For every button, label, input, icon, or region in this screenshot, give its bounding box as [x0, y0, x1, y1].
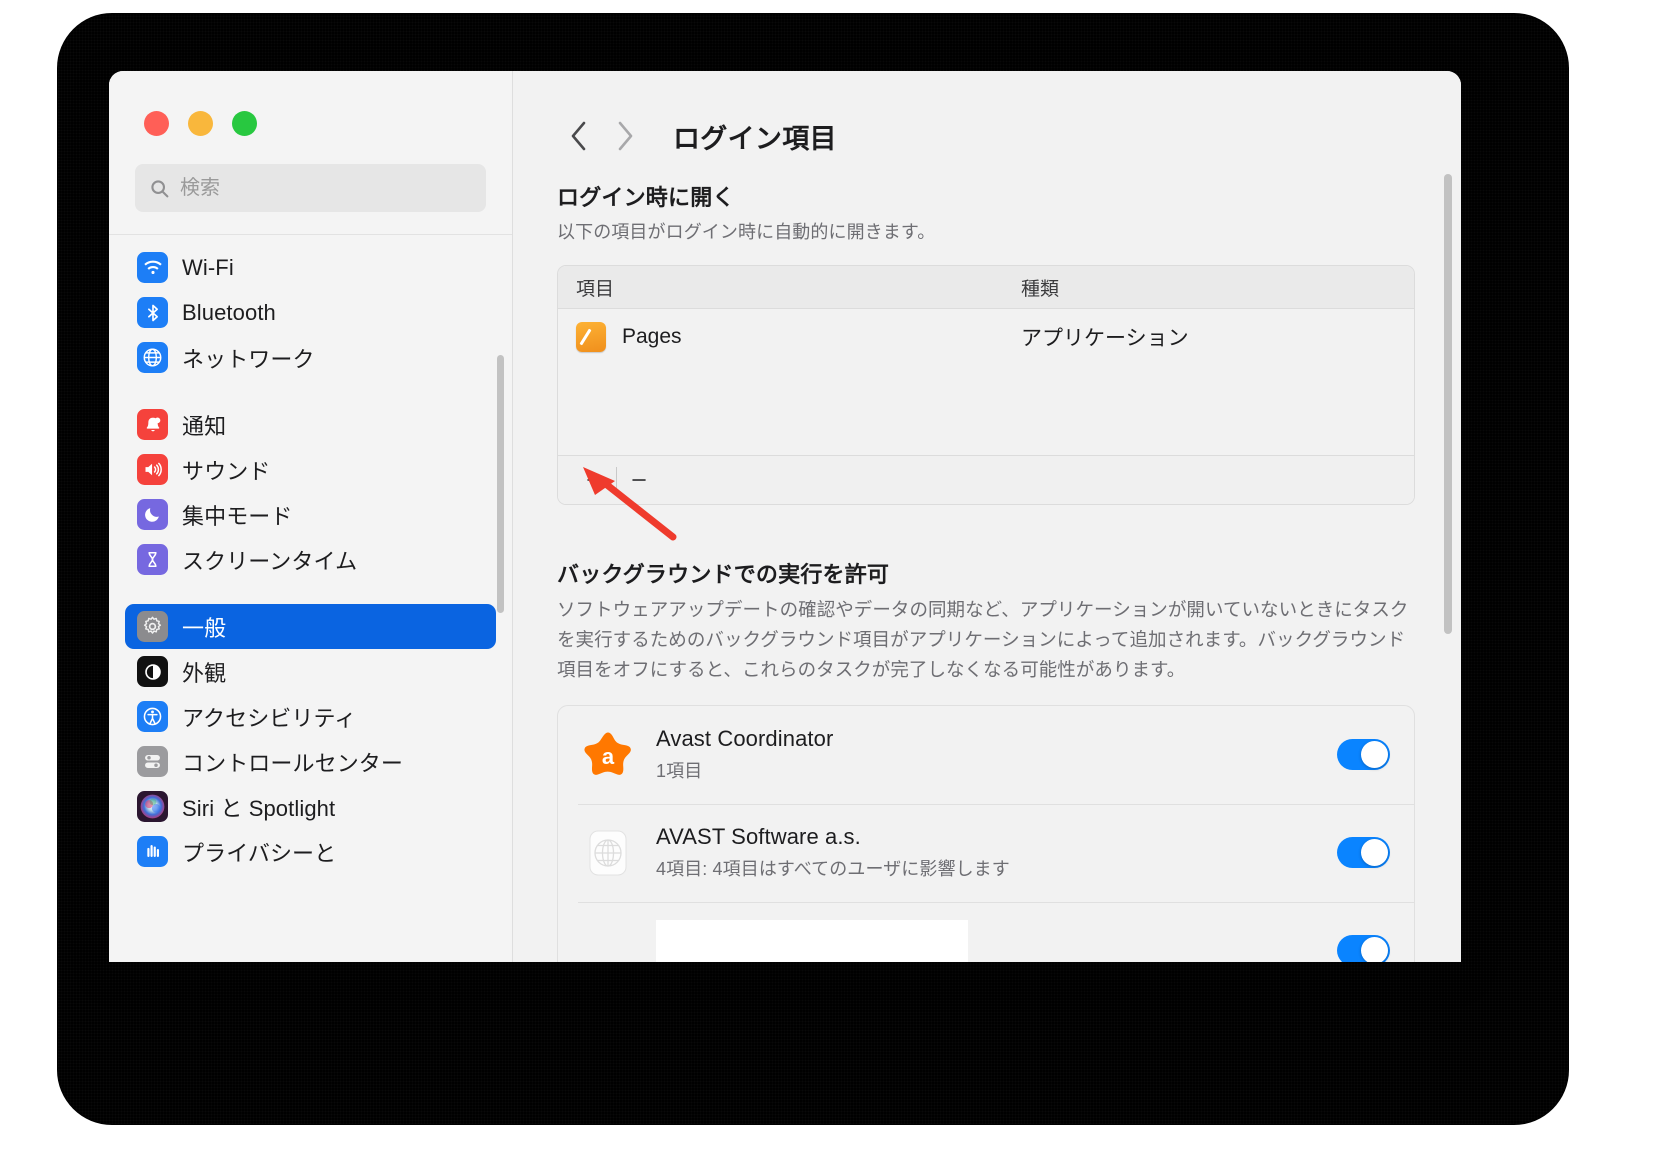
wifi-icon [137, 252, 168, 283]
login-items-heading: ログイン時に開く [557, 185, 735, 210]
background-items-section: バックグラウンドでの実行を許可 ソフトウェアアップデートの確認やデータの同期など… [557, 557, 1415, 962]
cell-item: Pages [558, 322, 1003, 352]
background-item-sub: 4項目: 4項目はすべてのユーザに影響します [656, 859, 1010, 880]
sidebar-item-screen-time[interactable]: スクリーンタイム [125, 537, 496, 582]
background-item-toggle[interactable] [1337, 739, 1390, 771]
background-item-name: Avast Coordinator [656, 726, 834, 752]
sidebar-item-label: プライバシーと [182, 840, 337, 866]
background-item-sub: 1項目 [656, 761, 703, 782]
sidebar-item-sound[interactable]: サウンド [125, 447, 496, 492]
forward-button[interactable] [602, 113, 648, 159]
focus-moon-icon [137, 499, 168, 530]
background-heading: バックグラウンドでの実行を許可 [557, 562, 890, 587]
minimize-button[interactable] [188, 111, 213, 136]
table-body: Pages アプリケーション [558, 309, 1414, 455]
sidebar-item-privacy[interactable]: プライバシーと [125, 829, 496, 874]
background-item-toggle[interactable] [1337, 837, 1390, 869]
appearance-contrast-icon [137, 656, 168, 687]
privacy-hand-icon [137, 836, 168, 867]
sidebar-group-alerts: 通知 サウンド 集中モード スクリーンタイム [125, 402, 496, 582]
list-item[interactable] [558, 901, 1414, 962]
back-button[interactable] [556, 113, 602, 159]
remove-login-item-button[interactable]: − [617, 462, 661, 498]
sidebar-group-system: 一般 外観 アクセシビリティ コントロールセンター Siri と Spotlig… [125, 604, 496, 874]
table-footer-toolbar: + − [558, 455, 1414, 504]
redacted-content-box [656, 919, 968, 962]
accessibility-icon [137, 701, 168, 732]
search-container [109, 136, 512, 212]
background-items-list: a Avast Coordinator 1項目 AVAST Software a… [557, 704, 1415, 962]
sidebar-item-bluetooth[interactable]: Bluetooth [125, 290, 496, 335]
screen-time-hourglass-icon [137, 544, 168, 575]
sidebar-nav: Wi-Fi Bluetooth ネットワーク 通知 サウンド 集中モード スクリ… [109, 235, 512, 874]
sidebar-item-label: 集中モード [182, 503, 293, 529]
sidebar-scrollbar[interactable] [497, 355, 504, 613]
notifications-bell-icon [137, 409, 168, 440]
column-header-item: 項目 [576, 278, 615, 300]
list-item-texts: Avast Coordinator 1項目 [656, 726, 1337, 783]
sidebar-item-focus[interactable]: 集中モード [125, 492, 496, 537]
sidebar-item-label: 一般 [182, 615, 227, 641]
traffic-lights [109, 71, 512, 136]
sidebar-item-label: スクリーンタイム [182, 548, 358, 574]
list-item-texts [656, 919, 1337, 962]
general-gear-icon [137, 611, 168, 642]
search-icon [151, 179, 169, 197]
sidebar-item-network[interactable]: ネットワーク [125, 335, 496, 380]
sidebar-item-label: サウンド [182, 458, 271, 484]
siri-icon [137, 791, 168, 822]
sidebar: Wi-Fi Bluetooth [109, 71, 513, 962]
login-items-section: ログイン時に開く 以下の項目がログイン時に自動的に開きます。 項目 種類 Pag… [557, 180, 1415, 505]
sidebar-item-appearance[interactable]: 外観 [125, 649, 496, 694]
avast-logo-icon: a [578, 725, 638, 785]
background-item-name: AVAST Software a.s. [656, 824, 861, 850]
sidebar-item-general[interactable]: 一般 [125, 604, 496, 649]
main-pane: ログイン項目 ログイン時に開く 以下の項目がログイン時に自動的に開きます。 項目… [513, 71, 1461, 962]
system-settings-window: Wi-Fi Bluetooth [109, 71, 1461, 962]
main-toolbar: ログイン項目 [513, 71, 1461, 163]
sidebar-item-label: アクセシビリティ [182, 705, 357, 731]
login-item-name: Pages [622, 325, 682, 348]
sidebar-item-siri-spotlight[interactable]: Siri と Spotlight [125, 784, 496, 829]
redacted-icon [578, 921, 638, 962]
control-center-icon [137, 746, 168, 777]
column-header-kind: 種類 [1021, 278, 1060, 300]
list-item[interactable]: a Avast Coordinator 1項目 [558, 706, 1414, 804]
svg-text:a: a [602, 744, 615, 769]
login-items-table: 項目 種類 Pages アプリケーション + − [557, 265, 1415, 505]
search-input[interactable] [180, 176, 472, 200]
main-scrollbar[interactable] [1444, 174, 1452, 634]
search-field[interactable] [135, 164, 486, 212]
pages-app-icon [576, 322, 606, 352]
sidebar-item-label: コントロールセンター [182, 750, 404, 776]
table-header-row: 項目 種類 [558, 266, 1414, 309]
generic-bundle-icon [578, 823, 638, 883]
sidebar-item-wifi[interactable]: Wi-Fi [125, 245, 496, 290]
login-item-kind: アプリケーション [1021, 327, 1189, 350]
list-item[interactable]: AVAST Software a.s. 4項目: 4項目はすべてのユーザに影響し… [558, 803, 1414, 902]
sidebar-item-label: Bluetooth [182, 299, 276, 325]
sidebar-item-label: Siri と Spotlight [182, 795, 336, 821]
list-item-texts: AVAST Software a.s. 4項目: 4項目はすべてのユーザに影響し… [656, 824, 1337, 881]
sidebar-item-accessibility[interactable]: アクセシビリティ [125, 694, 496, 739]
add-login-item-button[interactable]: + [572, 462, 616, 498]
bluetooth-icon [137, 297, 168, 328]
page-title: ログイン項目 [673, 123, 837, 154]
sound-speaker-icon [137, 454, 168, 485]
sidebar-item-control-center[interactable]: コントロールセンター [125, 739, 496, 784]
network-globe-icon [137, 342, 168, 373]
sidebar-item-notifications[interactable]: 通知 [125, 402, 496, 447]
sidebar-item-label: 外観 [182, 660, 227, 686]
sidebar-item-label: ネットワーク [182, 346, 315, 372]
main-content: ログイン時に開く 以下の項目がログイン時に自動的に開きます。 項目 種類 Pag… [513, 163, 1461, 962]
sidebar-item-label: Wi-Fi [182, 254, 234, 280]
table-row[interactable]: Pages アプリケーション [558, 309, 1414, 365]
background-description: ソフトウェアアップデートの確認やデータの同期など、アプリケーションが開いていない… [557, 599, 1409, 680]
login-items-subheading: 以下の項目がログイン時に自動的に開きます。 [557, 222, 936, 242]
zoom-button[interactable] [232, 111, 257, 136]
close-button[interactable] [144, 111, 169, 136]
sidebar-item-label: 通知 [182, 413, 227, 439]
background-item-toggle[interactable] [1337, 935, 1390, 962]
sidebar-group-connectivity: Wi-Fi Bluetooth ネットワーク [125, 245, 496, 380]
